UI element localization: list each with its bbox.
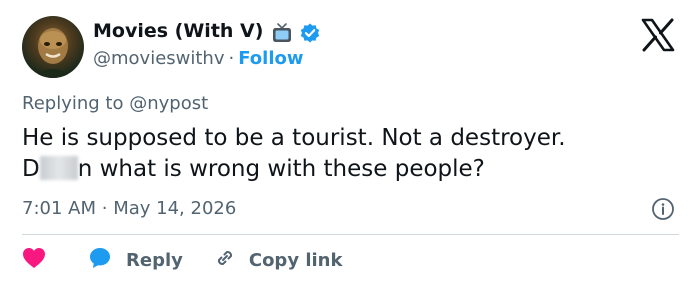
reply-mention-link[interactable]: @nypost <box>129 93 208 114</box>
verified-badge-icon <box>299 22 321 48</box>
censored-word-blur <box>39 156 78 180</box>
tweet-line-2: Dn what is wrong with these people? <box>22 154 682 185</box>
reply-bubble-icon <box>88 246 112 274</box>
timestamp-separator: · <box>101 198 108 219</box>
author-display-name[interactable]: Movies (With V) <box>93 20 263 42</box>
copy-link-label: Copy link <box>248 249 343 271</box>
author-handle[interactable]: @movieswithv <box>93 48 225 69</box>
link-icon <box>213 246 237 274</box>
reply-context-prefix: Replying to <box>22 93 124 114</box>
tweet-line-1: He is supposed to be a tourist. Not a de… <box>22 125 566 151</box>
tweet-date[interactable]: May 14, 2026 <box>113 198 236 219</box>
tv-icon <box>271 22 293 48</box>
reply-label: Reply <box>126 249 183 271</box>
reply-button[interactable]: Reply <box>88 246 183 274</box>
tweet-text: He is supposed to be a tourist. Not a de… <box>22 123 682 185</box>
tweet-line-2-start: D <box>22 156 40 182</box>
tweet-time[interactable]: 7:01 AM <box>22 198 96 219</box>
info-icon[interactable] <box>651 197 675 221</box>
tweet-line-2-end: n what is wrong with these people? <box>77 156 485 182</box>
separator-dot: · <box>228 48 235 69</box>
x-logo-icon[interactable] <box>641 18 675 52</box>
like-button[interactable] <box>22 247 46 273</box>
action-bar: Reply Copy link <box>22 247 342 273</box>
tweet-timestamp[interactable]: 7:01 AM · May 14, 2026 <box>22 198 236 219</box>
divider <box>22 234 679 235</box>
avatar[interactable] <box>22 16 84 78</box>
follow-button[interactable]: Follow <box>238 48 303 69</box>
avatar-image <box>32 28 74 78</box>
copy-link-button[interactable]: Copy link <box>213 246 343 274</box>
heart-icon <box>22 247 46 273</box>
reply-context: Replying to @nypost <box>22 93 208 114</box>
